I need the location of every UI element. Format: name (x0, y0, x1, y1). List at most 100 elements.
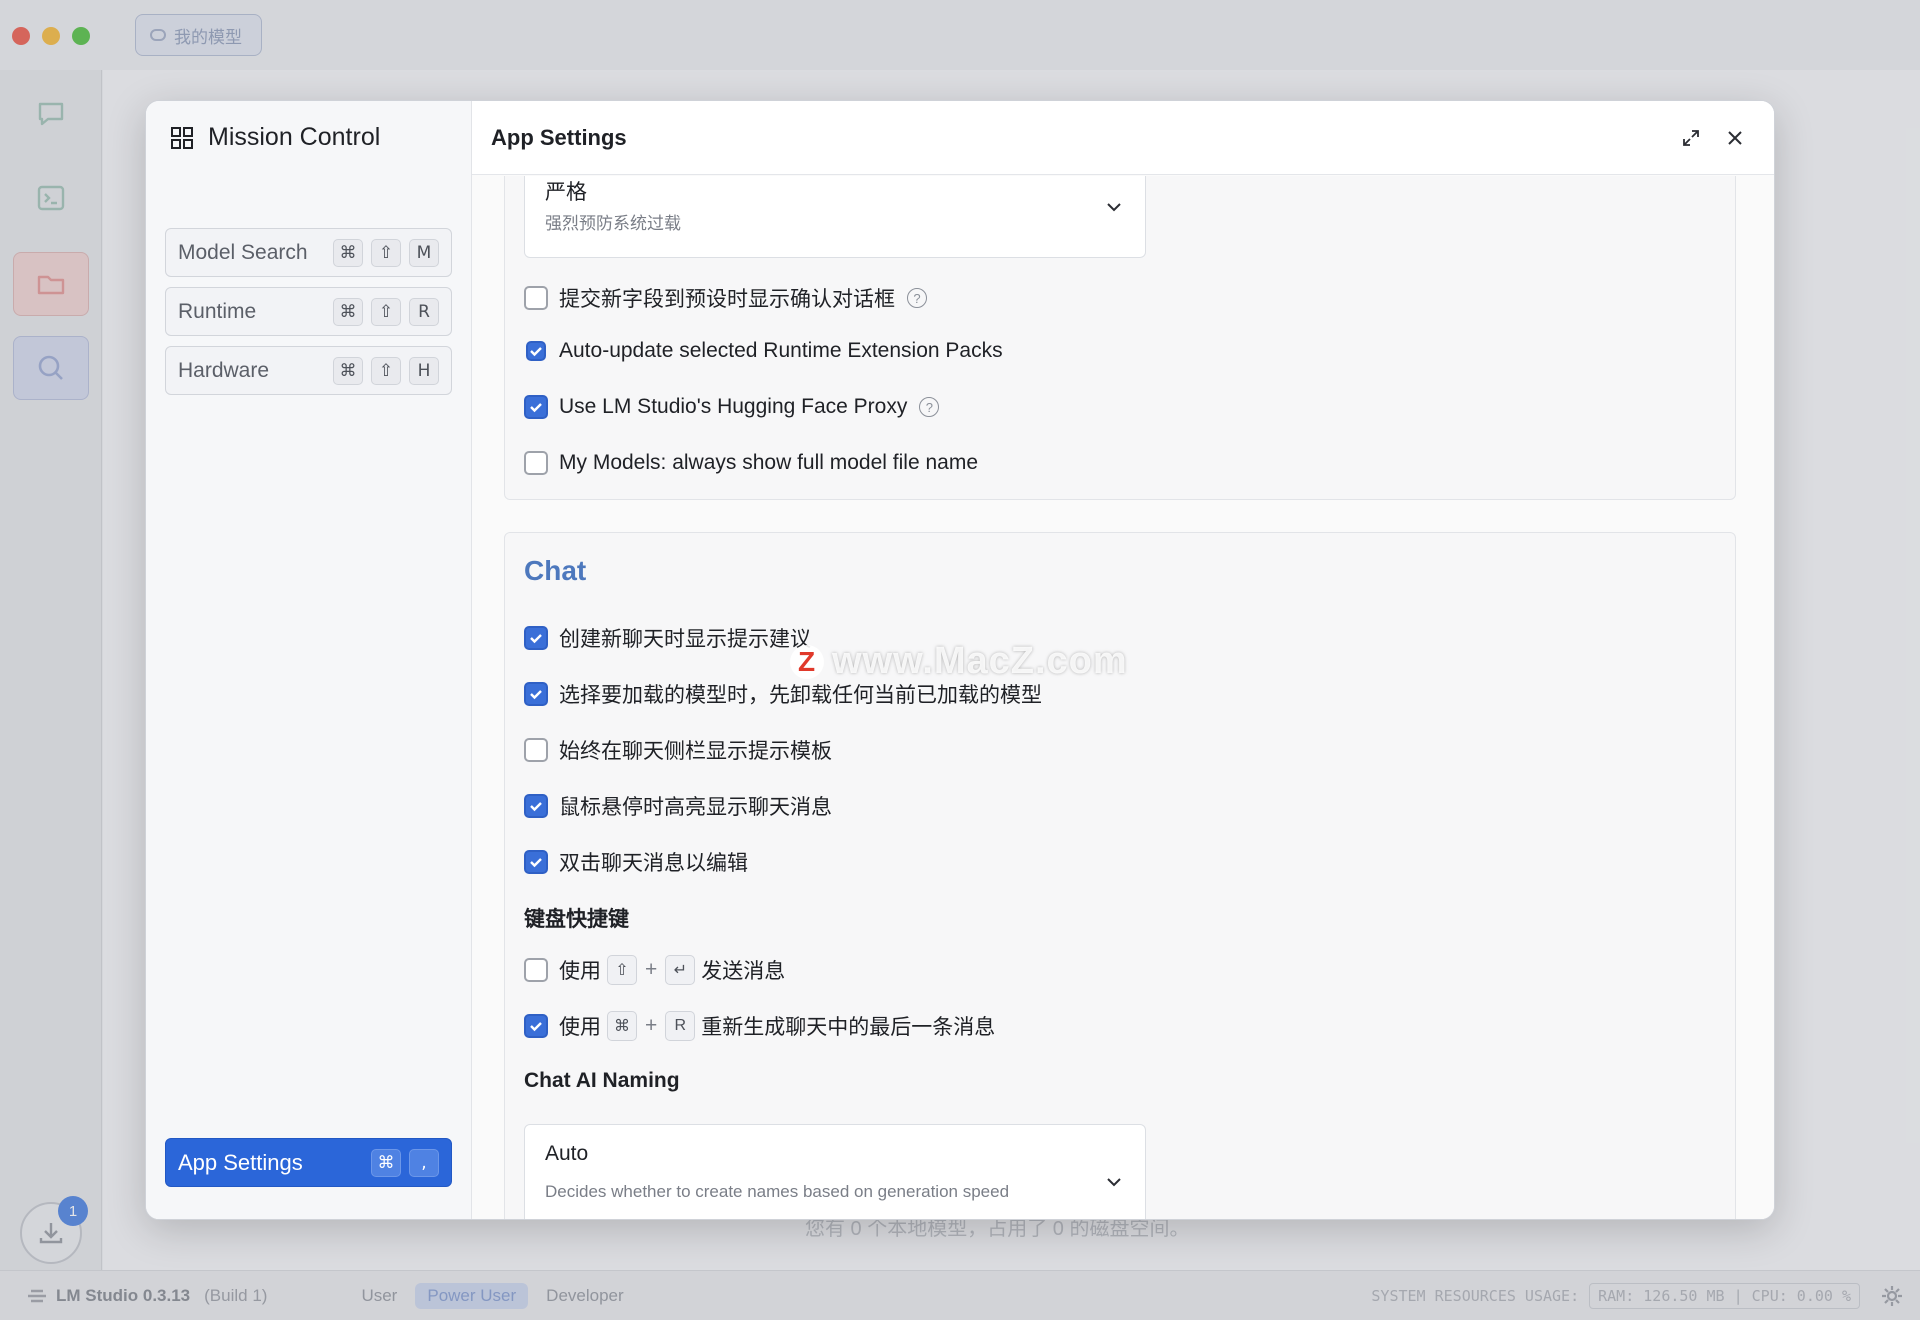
window-controls (12, 27, 90, 45)
checkbox[interactable] (526, 341, 546, 361)
checkbox[interactable] (524, 626, 548, 650)
checkmark-icon (530, 858, 542, 868)
folder-icon (37, 275, 65, 295)
mode-developer[interactable]: Developer (534, 1283, 636, 1309)
chat-option-hover-highlight[interactable]: 鼠标悬停时高亮显示聊天消息 (524, 791, 832, 821)
option-label: 双击聊天消息以编辑 (559, 852, 748, 875)
settings-scroll-area[interactable]: 严格 强烈预防系统过载 提交新字段到预设时显示确认对话框 ? Auto-upda… (472, 176, 1774, 1219)
discover-nav-button[interactable] (13, 336, 89, 400)
chevron-down-icon (1107, 203, 1121, 212)
checkbox[interactable] (524, 738, 548, 762)
guardrails-select[interactable]: 严格 强烈预防系统过载 (524, 176, 1146, 258)
close-icon (1728, 131, 1742, 145)
watermark-text: www.MacZ.com (832, 640, 1128, 682)
letter-key: R (409, 297, 439, 326)
chat-option-double-click-edit[interactable]: 双击聊天消息以编辑 (524, 847, 748, 877)
option-label: 选择要加载的模型时，先卸载任何当前已加载的模型 (559, 684, 1042, 707)
settings-header: App Settings (472, 101, 1774, 175)
checkmark-icon (530, 690, 542, 700)
chat-ai-naming-select[interactable]: Auto Decides whether to create names bas… (524, 1124, 1146, 1219)
app-name-label: LM Studio 0.3.13 (56, 1285, 191, 1305)
plus-sign: + (645, 1014, 658, 1037)
system-resources: SYSTEM RESOURCES USAGE: RAM: 126.50 MB |… (1371, 1282, 1860, 1309)
shortcut-suffix: 重新生成聊天中的最后一条消息 (701, 1016, 996, 1039)
chat-option-suggestions[interactable]: 创建新聊天时显示提示建议 (524, 623, 811, 653)
chevron-down-icon (1107, 1178, 1121, 1187)
mission-control-title-label: Mission Control (208, 123, 381, 151)
nav-runtime[interactable]: Runtime ⌘ ⇧ R (165, 287, 452, 336)
mode-switcher: User Power User Developer (349, 1282, 636, 1309)
checkbox[interactable] (524, 286, 548, 310)
search-icon (38, 355, 63, 380)
terminal-icon (37, 185, 65, 211)
chat-icon (38, 102, 64, 126)
shortcut-prefix: 使用 (559, 1016, 601, 1039)
status-bar: LM Studio 0.3.13 (Build 1) User Power Us… (0, 1270, 1920, 1320)
nav-label: Runtime (178, 299, 257, 323)
zoom-window-button[interactable] (72, 27, 90, 45)
option-label: Auto-update selected Runtime Extension P… (559, 339, 1003, 362)
shift-key: ⇧ (371, 297, 401, 326)
my-models-nav-button[interactable] (13, 252, 89, 316)
shortcut-shift-enter-send[interactable]: 使用 ⇧ + ↵ 发送消息 (524, 955, 785, 985)
shortcut-cmd-r-regenerate[interactable]: 使用 ⌘ + R 重新生成聊天中的最后一条消息 (524, 1011, 995, 1041)
mission-control-nav: Model Search ⌘ ⇧ M Runtime ⌘ ⇧ R Hardwar… (165, 228, 452, 395)
letter-key: H (409, 356, 439, 385)
plus-sign: + (645, 958, 658, 981)
nav-model-search[interactable]: Model Search ⌘ ⇧ M (165, 228, 452, 277)
nav-label: Hardware (178, 358, 270, 382)
chat-nav-button[interactable] (13, 82, 89, 146)
shift-key: ⇧ (371, 238, 401, 267)
chat-option-prompt-template[interactable]: 始终在聊天侧栏显示提示模板 (524, 735, 832, 765)
checkbox[interactable] (524, 451, 548, 475)
nav-app-settings[interactable]: App Settings ⌘ , (165, 1138, 452, 1187)
checkbox[interactable] (524, 850, 548, 874)
nav-label: App Settings (178, 1149, 303, 1175)
select-value: Auto (545, 1142, 589, 1165)
checkbox[interactable] (524, 958, 548, 982)
help-icon[interactable]: ? (919, 397, 940, 417)
shortcut-suffix: 发送消息 (701, 960, 786, 983)
grid-icon (171, 126, 193, 149)
robot-icon (150, 29, 166, 41)
checkbox[interactable] (524, 794, 548, 818)
close-button[interactable] (1718, 121, 1752, 155)
option-label: My Models: always show full model file n… (559, 451, 978, 474)
enter-key: ↵ (665, 955, 696, 985)
nav-hardware[interactable]: Hardware ⌘ ⇧ H (165, 346, 452, 395)
checkbox[interactable] (524, 395, 548, 419)
general-settings-section: 严格 强烈预防系统过载 提交新字段到预设时显示确认对话框 ? Auto-upda… (504, 176, 1736, 500)
downloads-badge: 1 (58, 1196, 88, 1226)
my-models-tab-label: 我的模型 (174, 27, 242, 47)
hf-proxy-option[interactable]: Use LM Studio's Hugging Face Proxy ? (524, 395, 940, 419)
help-icon[interactable]: ? (907, 288, 927, 308)
developer-nav-button[interactable] (13, 166, 89, 230)
mode-user[interactable]: User (349, 1283, 409, 1309)
nav-label: Model Search (178, 240, 308, 264)
full-model-name-option[interactable]: My Models: always show full model file n… (524, 451, 978, 475)
close-window-button[interactable] (12, 27, 30, 45)
select-description: Decides whether to create names based on… (545, 1182, 1010, 1201)
confirm-dialog-option[interactable]: 提交新字段到预设时显示确认对话框 ? (524, 283, 927, 313)
checkmark-icon (530, 802, 542, 812)
auto-update-runtime-option[interactable]: Auto-update selected Runtime Extension P… (524, 339, 1003, 363)
gear-icon[interactable] (1880, 1284, 1904, 1308)
chat-option-unload-models[interactable]: 选择要加载的模型时，先卸载任何当前已加载的模型 (524, 679, 1042, 709)
expand-button[interactable] (1674, 121, 1708, 155)
minimize-window-button[interactable] (42, 27, 60, 45)
option-label: 始终在聊天侧栏显示提示模板 (559, 740, 832, 763)
mode-power-user[interactable]: Power User (415, 1282, 529, 1309)
checkbox[interactable] (524, 1014, 548, 1038)
my-models-tab[interactable]: 我的模型 (135, 14, 262, 56)
watermark: Z www.MacZ.com (790, 640, 1128, 683)
command-key: ⌘ (607, 1011, 637, 1041)
checkbox[interactable] (524, 682, 548, 706)
command-key: ⌘ (371, 1148, 401, 1177)
mission-control-title: Mission Control (170, 123, 380, 152)
select-description: 强烈预防系统过载 (545, 214, 681, 233)
chat-section-title: Chat (524, 555, 587, 586)
expand-icon (1683, 130, 1699, 146)
mission-control-sidebar: Mission Control Model Search ⌘ ⇧ M Runti… (146, 101, 472, 1219)
settings-title: App Settings (491, 124, 627, 150)
resources-readout: RAM: 126.50 MB | CPU: 0.00 % (1589, 1282, 1860, 1309)
